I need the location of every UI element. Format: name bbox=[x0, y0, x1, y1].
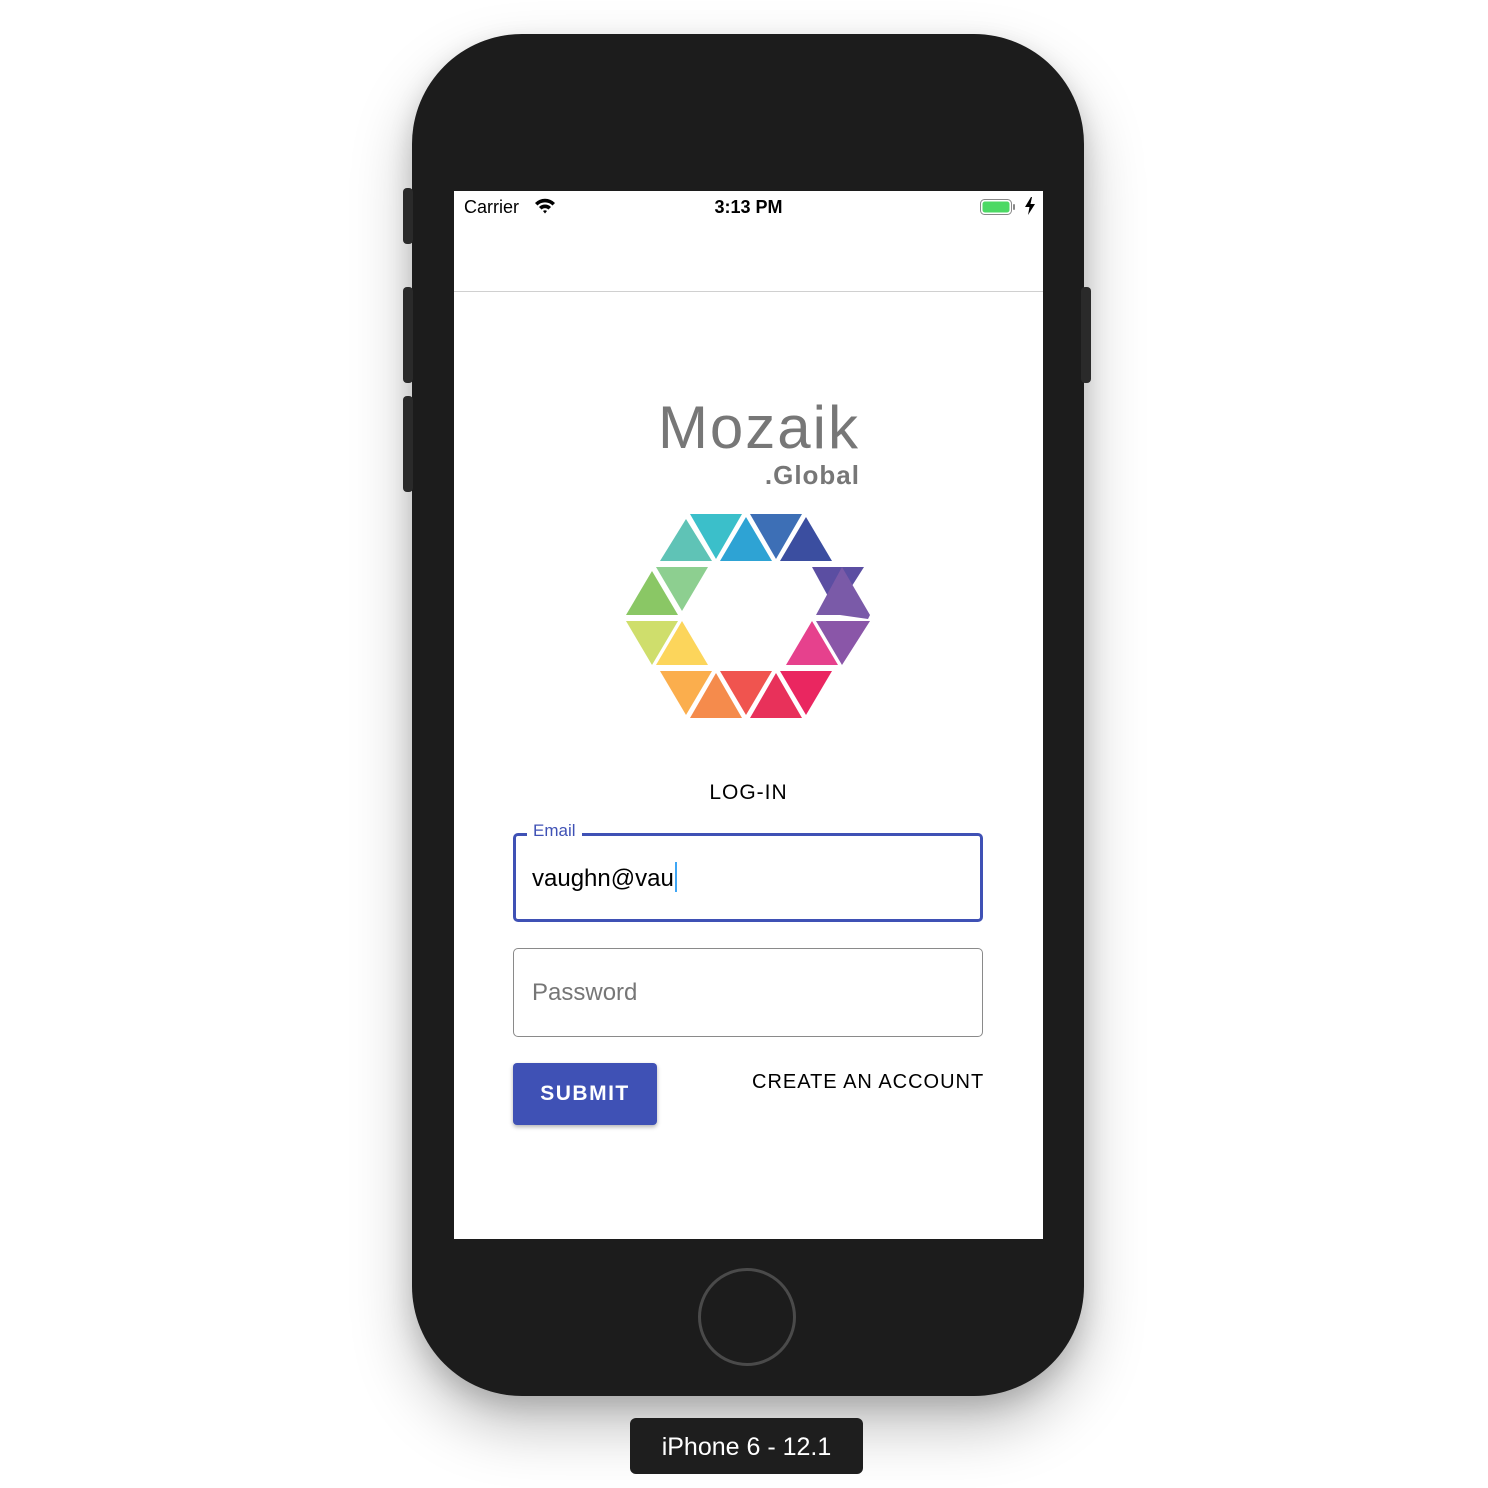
volume-up-button bbox=[403, 287, 413, 383]
navigation-bar bbox=[454, 225, 1043, 292]
text-cursor bbox=[674, 862, 677, 892]
status-bar: Carrier 3:13 PM bbox=[454, 191, 1043, 225]
password-field[interactable]: Password bbox=[513, 948, 983, 1037]
login-title: LOG-IN bbox=[709, 781, 788, 804]
submit-button[interactable]: SUBMIT bbox=[513, 1063, 657, 1125]
email-label: Email bbox=[527, 821, 582, 841]
logo-subtitle: .Global bbox=[764, 460, 860, 490]
email-field[interactable]: Email vaughn@vau bbox=[513, 821, 983, 922]
battery-icon bbox=[980, 199, 1016, 215]
power-button bbox=[1081, 287, 1091, 383]
logo-name: Mozaik bbox=[657, 394, 860, 461]
charging-icon bbox=[1025, 197, 1035, 220]
mute-switch bbox=[403, 188, 413, 244]
home-button[interactable] bbox=[698, 1268, 796, 1366]
mozaik-hexagon-logo-icon bbox=[626, 511, 870, 721]
password-placeholder: Password bbox=[532, 979, 638, 1006]
simulator-device-label: iPhone 6 - 12.1 bbox=[630, 1418, 863, 1474]
clock: 3:13 PM bbox=[714, 197, 783, 217]
volume-down-button bbox=[403, 396, 413, 492]
create-account-link[interactable]: CREATE AN ACCOUNT bbox=[752, 1071, 984, 1094]
email-value: vaughn@vau bbox=[532, 865, 674, 892]
app-screen: Carrier 3:13 PM Mozaik .Global LOG-IN Em… bbox=[454, 191, 1043, 1239]
email-input[interactable]: vaughn@vau bbox=[532, 862, 677, 893]
brand-logo-text: Mozaik .Global bbox=[636, 394, 860, 491]
